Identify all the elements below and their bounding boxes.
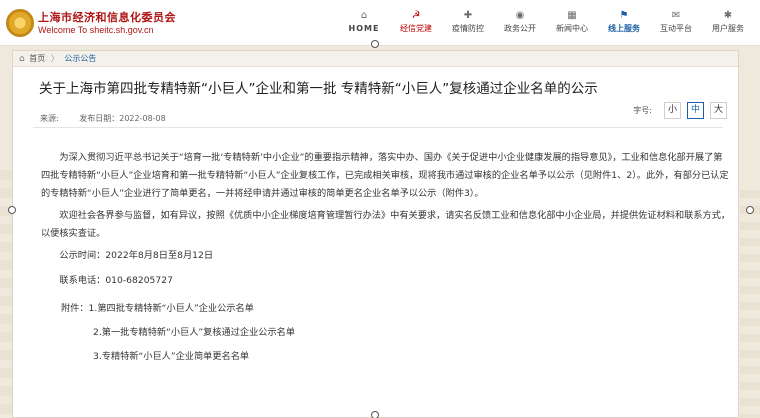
publicity-period: 公示时间：2022年8月8日至8月12日	[59, 250, 214, 261]
nav-icon: ✉	[671, 10, 681, 21]
nav-item-4[interactable]: ▦ 新闻中心	[546, 0, 598, 46]
font-size-switcher: 字号: 小 中 大	[633, 102, 727, 119]
attachment-link-1[interactable]: 附件：1.第四批专精特新“小巨人”企业公示名单	[41, 297, 731, 321]
nav-icon: ✚	[463, 10, 473, 21]
nav-label: 线上服务	[608, 24, 640, 33]
title-divider	[33, 127, 723, 128]
nav-item-0[interactable]: ⌂ HOME	[338, 0, 390, 46]
article-meta: 来源: 发布日期：2022-08-08	[40, 113, 184, 124]
nav-label: 政务公开	[504, 24, 536, 33]
nav-item-6[interactable]: ✉ 互动平台	[650, 0, 702, 46]
nav-label: 互动平台	[660, 24, 692, 33]
site-logo-text[interactable]: 上海市经济和信息化委员会 Welcome To sheitc.sh.gov.cn	[38, 11, 176, 36]
resize-handle-left[interactable]	[8, 206, 16, 214]
nav-item-2[interactable]: ✚ 疫情防控	[442, 0, 494, 46]
content-panel: ⌂ 首页 〉 公示公告 关于上海市第四批专精特新“小巨人”企业和第一批 专精特新…	[12, 50, 739, 418]
nav-label: 新闻中心	[556, 24, 588, 33]
font-size-label: 字号:	[633, 106, 652, 115]
attachment-link-3[interactable]: 3.专精特新“小巨人”企业简单更名名单	[41, 345, 731, 369]
nav-item-7[interactable]: ✱ 用户服务	[702, 0, 754, 46]
resize-handle-bottom[interactable]	[371, 411, 379, 418]
article-body: 为深入贯彻习近平总书记关于“培育一批‘专精特新’中小企业”的重要指示精神，落实中…	[41, 149, 731, 369]
article-paragraph-1: 为深入贯彻习近平总书记关于“培育一批‘专精特新’中小企业”的重要指示精神，落实中…	[41, 152, 729, 199]
nav-icon: ⚑	[619, 10, 629, 21]
nav-icon: ◉	[515, 10, 525, 21]
nav-icon: ✱	[723, 10, 733, 21]
attachments: 附件：1.第四批专精特新“小巨人”企业公示名单 2.第一批专精特新“小巨人”复核…	[41, 297, 731, 369]
nav-label: 用户服务	[712, 24, 744, 33]
font-size-large-button[interactable]: 大	[710, 102, 727, 119]
main-nav: ⌂ HOME ☭ 经信党建 ✚ 疫情防控 ◉ 政务公开 ▦ 新闻中心 ⚑ 线上服务 ✉ 互动平台 ✱ 用户服务	[338, 0, 754, 46]
resize-handle-right[interactable]	[746, 206, 754, 214]
breadcrumb-separator: 〉	[50, 54, 59, 63]
site-name-cn: 上海市经济和信息化委员会	[38, 11, 176, 24]
font-size-medium-button[interactable]: 中	[687, 102, 704, 119]
attachment-link-2[interactable]: 2.第一批专精特新“小巨人”复核通过企业公示名单	[41, 321, 731, 345]
breadcrumb-home-link[interactable]: 首页	[29, 54, 45, 63]
article-paragraph-2: 欢迎社会各界参与监督，如有异议，按照《优质中小企业梯度培育管理暂行办法》中有关要…	[41, 210, 731, 239]
nav-label: 经信党建	[400, 24, 432, 33]
nav-icon: ☭	[411, 10, 421, 21]
breadcrumb-current-link[interactable]: 公示公告	[64, 54, 96, 63]
contact-phone: 联系电话：010-68205727	[59, 275, 173, 286]
nav-icon: ⌂	[360, 10, 368, 21]
font-size-small-button[interactable]: 小	[664, 102, 681, 119]
site-header: 上海市经济和信息化委员会 Welcome To sheitc.sh.gov.cn…	[0, 0, 760, 46]
background-decoration-right	[740, 190, 760, 418]
nav-item-3[interactable]: ◉ 政务公开	[494, 0, 546, 46]
nav-item-5[interactable]: ⚑ 线上服务	[598, 0, 650, 46]
nav-item-1[interactable]: ☭ 经信党建	[390, 0, 442, 46]
nav-label: HOME	[348, 24, 380, 33]
article-title: 关于上海市第四批专精特新“小巨人”企业和第一批 专精特新“小巨人”复核通过企业名…	[39, 81, 598, 97]
site-name-en: Welcome To sheitc.sh.gov.cn	[38, 25, 154, 35]
publish-date: 发布日期：2022-08-08	[79, 114, 166, 123]
nav-label: 疫情防控	[452, 24, 484, 33]
source-label: 来源:	[40, 114, 59, 123]
home-icon: ⌂	[19, 54, 25, 64]
breadcrumb: ⌂ 首页 〉 公示公告	[13, 51, 738, 67]
emblem-logo-icon[interactable]	[6, 9, 34, 37]
resize-handle-top[interactable]	[371, 40, 379, 48]
nav-icon: ▦	[567, 10, 577, 21]
